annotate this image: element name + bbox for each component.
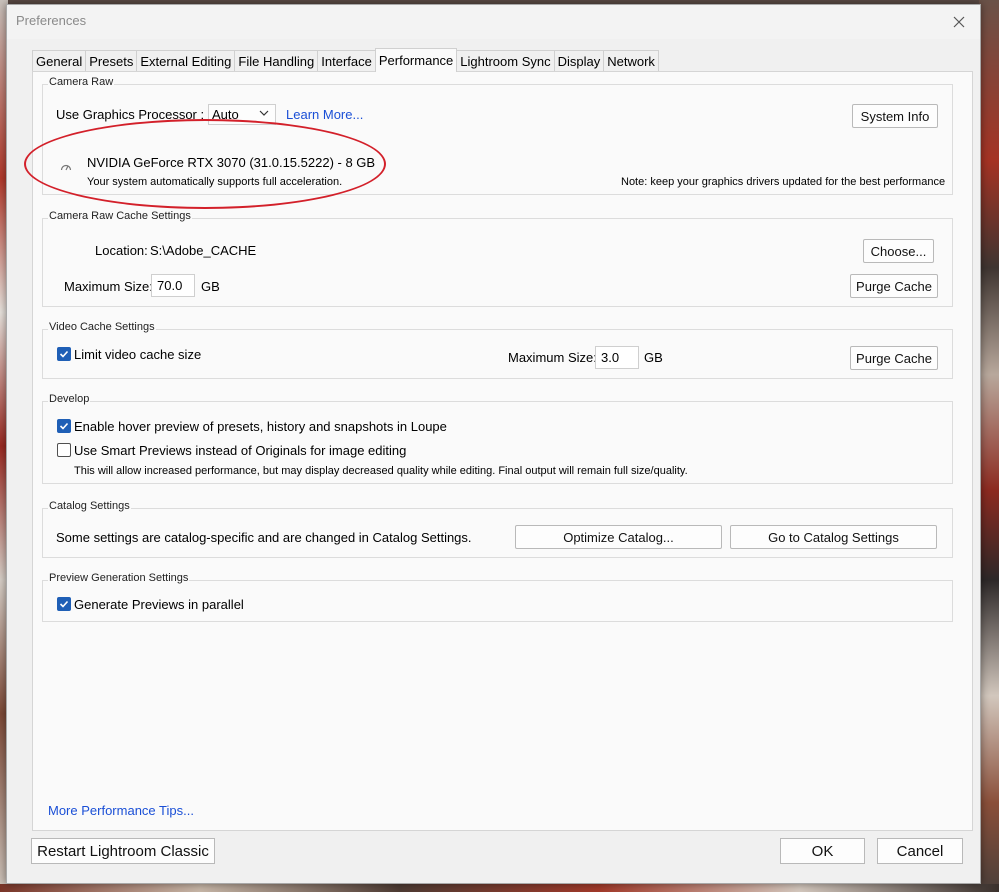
max-size-label: Maximum Size: — [64, 279, 153, 294]
tab-external-editing[interactable]: External Editing — [136, 50, 236, 72]
preferences-dialog: Preferences General Presets External Edi… — [6, 4, 981, 884]
camera-raw-cache-group: Camera Raw Cache Settings Location: S:\A… — [42, 210, 953, 307]
ok-button[interactable]: OK — [780, 838, 865, 864]
learn-more-link[interactable]: Learn More... — [286, 107, 363, 122]
chevron-down-icon — [259, 110, 269, 116]
develop-section-label: Develop — [48, 393, 91, 405]
background-photo-bottom — [0, 884, 999, 892]
catalog-note: Some settings are catalog-specific and a… — [56, 530, 472, 545]
tab-performance[interactable]: Performance — [374, 48, 458, 72]
window-title: Preferences — [16, 13, 87, 28]
limit-video-cache-label: Limit video cache size — [74, 347, 202, 362]
close-icon — [953, 16, 965, 28]
driver-note: Note: keep your graphics drivers updated… — [621, 176, 946, 188]
tab-network[interactable]: Network — [603, 50, 659, 72]
cache-size-unit: GB — [201, 279, 220, 294]
tab-bar: General Presets External Editing File Ha… — [32, 48, 659, 72]
tab-lightroom-sync[interactable]: Lightroom Sync — [456, 50, 555, 72]
choose-button[interactable]: Choose... — [863, 239, 934, 263]
gpu-name: NVIDIA GeForce RTX 3070 (31.0.15.5222) -… — [87, 155, 376, 170]
smart-previews-checkbox[interactable] — [57, 443, 71, 457]
cancel-button[interactable]: Cancel — [877, 838, 963, 864]
more-performance-tips-link[interactable]: More Performance Tips... — [48, 803, 194, 818]
smart-previews-label: Use Smart Previews instead of Originals … — [74, 443, 407, 458]
location-value: S:\Adobe_CACHE — [150, 243, 257, 258]
go-to-catalog-settings-button[interactable]: Go to Catalog Settings — [730, 525, 937, 549]
checkmark-icon — [59, 350, 69, 358]
preview-section-label: Preview Generation Settings — [48, 572, 190, 584]
cache-max-size-field[interactable]: 70.0 — [151, 274, 195, 297]
purge-cache-button[interactable]: Purge Cache — [850, 274, 938, 298]
catalog-settings-group: Catalog Settings Some settings are catal… — [42, 500, 953, 558]
optimize-catalog-button[interactable]: Optimize Catalog... — [515, 525, 722, 549]
title-bar: Preferences — [7, 5, 980, 39]
catalog-section-label: Catalog Settings — [48, 500, 131, 512]
system-info-button[interactable]: System Info — [852, 104, 938, 128]
gpu-label: Use Graphics Processor : — [56, 107, 205, 122]
video-cache-group: Video Cache Settings Limit video cache s… — [42, 321, 953, 379]
preview-generation-group: Preview Generation Settings Generate Pre… — [42, 572, 953, 622]
tab-presets[interactable]: Presets — [85, 50, 138, 72]
camera-raw-section-label: Camera Raw — [48, 76, 115, 88]
tab-interface[interactable]: Interface — [317, 50, 376, 72]
video-max-size-label: Maximum Size: — [508, 350, 597, 365]
parallel-previews-checkbox[interactable] — [57, 597, 71, 611]
performance-panel: Camera Raw Use Graphics Processor : Auto… — [32, 71, 973, 831]
develop-group: Develop Enable hover preview of presets,… — [42, 393, 953, 484]
hover-preview-label: Enable hover preview of presets, history… — [74, 419, 447, 434]
video-purge-cache-button[interactable]: Purge Cache — [850, 346, 938, 370]
camera-raw-group: Camera Raw Use Graphics Processor : Auto… — [42, 76, 953, 195]
parallel-previews-label: Generate Previews in parallel — [74, 597, 244, 612]
checkmark-icon — [59, 600, 69, 608]
tab-file-handling[interactable]: File Handling — [234, 50, 319, 72]
hover-preview-checkbox[interactable] — [57, 419, 71, 433]
video-size-unit: GB — [644, 350, 663, 365]
smart-previews-note: This will allow increased performance, b… — [74, 465, 688, 477]
background-photo-right — [979, 0, 999, 892]
limit-video-cache-checkbox[interactable] — [57, 347, 71, 361]
cache-section-label: Camera Raw Cache Settings — [48, 210, 192, 222]
gpu-status: Your system automatically supports full … — [87, 176, 343, 188]
restart-lightroom-button[interactable]: Restart Lightroom Classic — [31, 838, 215, 864]
gpu-select[interactable]: Auto — [208, 104, 276, 125]
gauge-icon — [60, 164, 72, 171]
tab-display[interactable]: Display — [553, 50, 605, 72]
location-label: Location: — [95, 243, 148, 258]
checkmark-icon — [59, 422, 69, 430]
video-max-size-field[interactable]: 3.0 — [595, 346, 639, 369]
close-button[interactable] — [946, 9, 972, 35]
tab-general[interactable]: General — [32, 50, 87, 72]
gpu-select-value: Auto — [212, 107, 239, 122]
video-cache-section-label: Video Cache Settings — [48, 321, 156, 333]
